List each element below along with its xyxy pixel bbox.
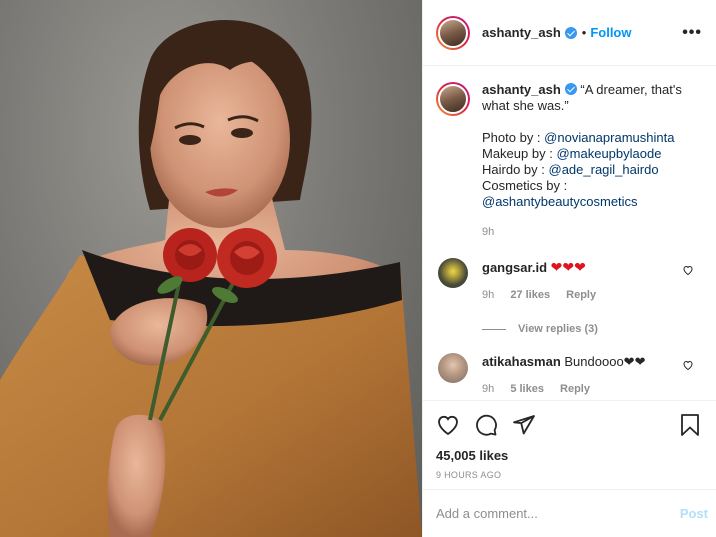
more-options-icon[interactable]: ••• (682, 24, 702, 42)
heart-icon[interactable] (436, 413, 460, 437)
comment-likes[interactable]: 27 likes (510, 289, 550, 301)
hairdo-credit-link[interactable]: @ade_ragil_hairdo (549, 162, 659, 177)
comment-item: atikahasman Bundoooo❤❤ 9h 5 likes Reply (436, 353, 702, 395)
comment-icon[interactable] (474, 413, 498, 437)
caption-username[interactable]: ashanty_ash (482, 82, 561, 97)
post-actions: 45,005 likes 9 HOURS AGO Post (423, 400, 716, 537)
post-comment-button[interactable]: Post (680, 506, 708, 521)
commenter-avatar[interactable] (438, 258, 468, 288)
reply-button[interactable]: Reply (560, 383, 590, 395)
comments-list[interactable]: ashanty_ash “A dreamer, that's what she … (423, 66, 716, 400)
profile-avatar[interactable] (436, 15, 470, 50)
commenter-username[interactable]: gangsar.id (482, 260, 547, 275)
comment-body: atikahasman Bundoooo❤❤ 9h 5 likes Reply (482, 353, 645, 395)
commenter-username[interactable]: atikahasman (482, 354, 561, 369)
comment-input[interactable] (436, 506, 680, 521)
add-comment-bar: Post (423, 489, 716, 537)
comment-meta: 9h 27 likes Reply (482, 289, 609, 301)
comment-item: gangsar.id ❤❤❤ 9h 27 likes Reply (436, 258, 702, 301)
comment-heart-icon[interactable] (682, 359, 694, 371)
comment-text: Bundoooo❤❤ (564, 354, 646, 369)
comment-age[interactable]: 9h (482, 383, 494, 395)
makeup-credit: Makeup by : @makeupbylaode (482, 146, 702, 162)
verified-badge-icon (564, 83, 577, 95)
commenter-avatar[interactable] (438, 353, 468, 383)
bookmark-icon[interactable] (678, 413, 702, 437)
caption-avatar-image (438, 84, 468, 114)
comment-text: ❤❤❤ (550, 259, 586, 275)
caption-age[interactable]: 9h (482, 224, 702, 240)
view-replies-label: View replies (3) (518, 323, 598, 335)
caption-avatar[interactable] (436, 82, 470, 116)
view-replies-button[interactable]: View replies (3) (482, 323, 702, 335)
profile-avatar-image (438, 17, 468, 48)
comment-age[interactable]: 9h (482, 289, 494, 301)
comment-heart-icon[interactable] (682, 264, 694, 276)
cosmetics-credit-label: Cosmetics by : (482, 178, 568, 193)
post-timestamp[interactable]: 9 HOURS AGO (436, 470, 702, 480)
comment-likes[interactable]: 5 likes (510, 383, 544, 395)
reply-button[interactable]: Reply (566, 289, 596, 301)
makeup-credit-label: Makeup by : (482, 146, 553, 161)
hairdo-credit-label: Hairdo by : (482, 162, 545, 177)
comment-body: gangsar.id ❤❤❤ 9h 27 likes Reply (482, 258, 609, 301)
action-icons (436, 409, 702, 441)
comment-meta: 9h 5 likes Reply (482, 383, 645, 395)
photo-credit-link[interactable]: @novianapramushinta (544, 130, 674, 145)
follow-button[interactable]: Follow (590, 25, 631, 40)
header-username[interactable]: ashanty_ash (482, 25, 561, 40)
makeup-credit-link[interactable]: @makeupbylaode (556, 146, 661, 161)
replies-rule (482, 328, 506, 330)
share-icon[interactable] (512, 413, 536, 437)
caption-body: ashanty_ash “A dreamer, that's what she … (482, 82, 702, 240)
comment-text-line: gangsar.id ❤❤❤ (482, 258, 609, 277)
caption: ashanty_ash “A dreamer, that's what she … (436, 82, 702, 240)
verified-badge-icon (564, 26, 577, 39)
post-header: ashanty_ash • Follow ••• (423, 0, 716, 66)
likes-count[interactable]: 45,005 likes (436, 448, 702, 463)
post-photo-illustration (0, 20, 422, 537)
separator-dot: • (581, 25, 587, 40)
hairdo-credit: Hairdo by : @ade_ragil_hairdo (482, 162, 702, 178)
photo-credit: Photo by : @novianapramushinta (482, 130, 702, 146)
photo-credit-label: Photo by : (482, 130, 541, 145)
cosmetics-credit-link[interactable]: @ashantybeautycosmetics (482, 194, 702, 210)
instagram-post: ashanty_ash • Follow ••• ashanty_ash “A … (0, 0, 716, 537)
post-photo[interactable] (0, 0, 422, 537)
post-side-panel: ashanty_ash • Follow ••• ashanty_ash “A … (422, 0, 716, 537)
comment-text-line: atikahasman Bundoooo❤❤ (482, 353, 645, 371)
